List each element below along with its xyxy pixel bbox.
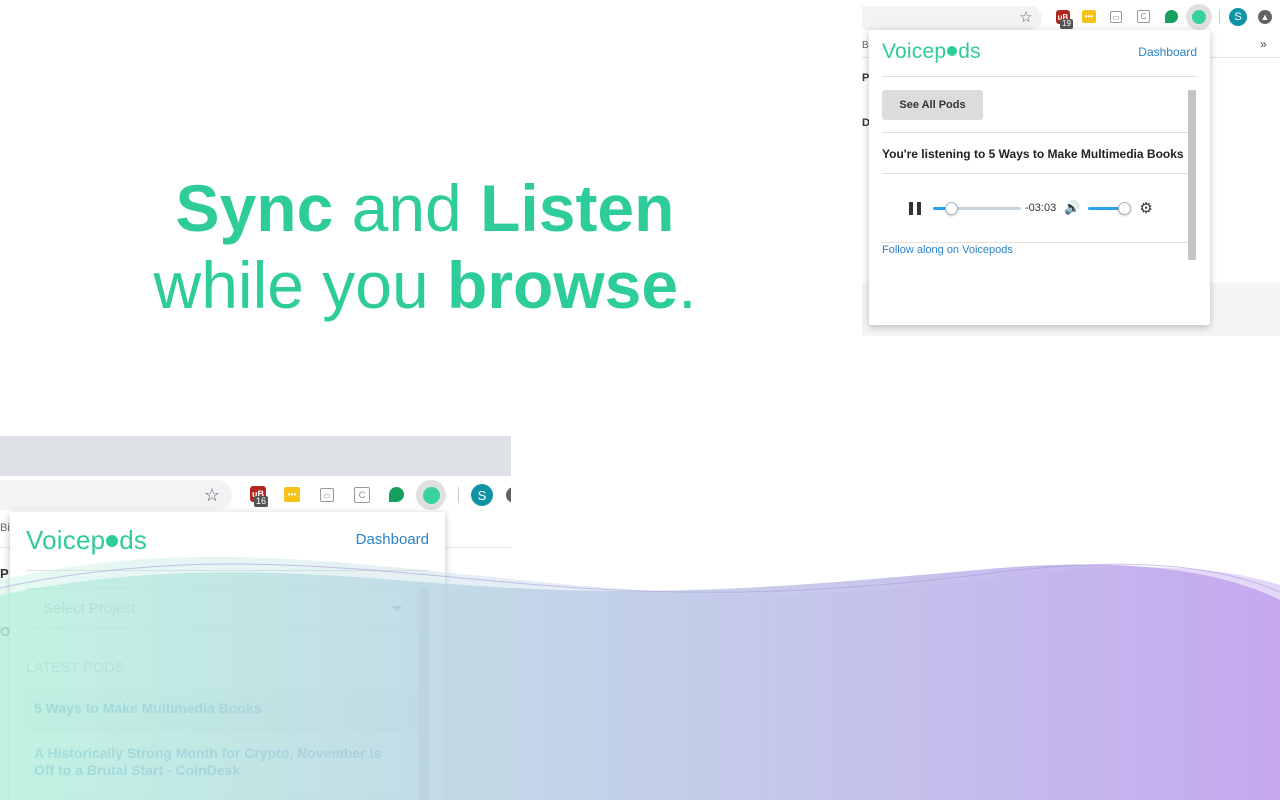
progress-knob[interactable] [944, 201, 958, 215]
dashboard-link[interactable]: Dashboard [1138, 45, 1197, 59]
bottom-browser-crop: ☆ uB 16 ••• ▭ C S ▲ Bit P O Voicepds Das… [0, 436, 511, 800]
voicepods-icon [422, 486, 440, 504]
logo-text-start: Voicep [26, 525, 106, 555]
page-text-fragment: P [0, 566, 9, 581]
time-remaining: -03:03 [1025, 202, 1057, 214]
top-browser-crop: ☆ uB 19 ••• ▭ C S ▲ Bit » P D Voicep ds D… [862, 0, 1280, 336]
layout-icon[interactable]: ▭ [1110, 11, 1122, 23]
chevron-down-icon [392, 606, 402, 611]
dashboard-link[interactable]: Dashboard [356, 531, 429, 548]
hero-word-browse: browse [447, 248, 679, 322]
toolbar-ext-icon[interactable]: ••• [1082, 10, 1096, 23]
voicepods-logo[interactable]: Voicep ds [882, 40, 981, 64]
see-all-pods-button[interactable]: See All Pods [882, 90, 983, 120]
hero-headline: Sync and Listen while you browse. [140, 168, 710, 322]
logo-text-end: ds [958, 40, 981, 63]
tab-strip [0, 436, 511, 476]
project-select-placeholder: Select Project [43, 600, 136, 617]
top-browser-toolbar: ☆ uB 19 ••• ▭ C S ▲ [862, 0, 1280, 34]
follow-along-link[interactable]: Follow along on Voicepods [882, 244, 1013, 256]
toolbar-divider [1219, 10, 1220, 24]
hangouts-icon[interactable] [389, 487, 404, 502]
volume-icon[interactable]: 🔊 [1064, 200, 1080, 216]
bottom-address-bar[interactable] [0, 480, 232, 510]
section-divider [882, 132, 1188, 133]
hero-word-and: and [333, 171, 481, 245]
hero-line-2: while you browse. [140, 248, 710, 322]
list-item[interactable]: A Historically Strong Month for Crypto, … [34, 745, 404, 779]
voicepods-logo[interactable]: Voicep ds [26, 525, 147, 556]
section-divider [882, 242, 1188, 243]
section-divider [882, 173, 1188, 174]
layout-icon[interactable]: ▭ [320, 488, 334, 502]
audio-player: -03:03 🔊 ⚙ [909, 199, 1169, 217]
calendar-icon[interactable]: C [1137, 10, 1150, 23]
volume-knob[interactable] [1118, 201, 1132, 215]
hero-text-while: while you [153, 248, 448, 322]
hero-word-listen: Listen [480, 171, 675, 245]
popup-scrollbar[interactable] [1188, 90, 1196, 260]
voicepods-extension-button[interactable] [1186, 4, 1212, 30]
list-item[interactable]: 5 Ways to Make Multimedia Books [34, 700, 404, 717]
bottom-extension-badge: 16 [254, 496, 269, 507]
gear-icon[interactable]: ⚙ [1139, 199, 1152, 217]
voicepods-popup-expanded: Voicep ds Dashboard Select Project LATEST… [10, 512, 445, 800]
voicepods-icon [1192, 10, 1206, 24]
voicepods-popup: Voicep ds Dashboard See All Pods You're l… [869, 30, 1210, 325]
hero-word-sync: Sync [175, 171, 334, 245]
pause-icon[interactable] [909, 201, 921, 215]
hero-line-1: Sync and Listen [140, 168, 710, 248]
logo-text-start: Voicep [882, 40, 947, 63]
toolbar-divider [458, 487, 459, 503]
latest-pods-heading: LATEST PODS [26, 659, 125, 675]
update-icon[interactable]: ▲ [1258, 10, 1272, 24]
voicepods-extension-button[interactable] [416, 480, 446, 510]
star-icon[interactable]: ☆ [202, 484, 222, 506]
update-icon[interactable]: ▲ [506, 487, 511, 503]
scrollbar-thumb[interactable] [1188, 90, 1196, 260]
list-divider [26, 793, 417, 794]
toolbar-ext-icon[interactable]: ••• [284, 487, 300, 502]
logo-text-end: ds [119, 525, 148, 555]
popup-scrollbar[interactable] [419, 588, 429, 800]
bookmarks-overflow[interactable]: » [1260, 37, 1267, 51]
list-divider [26, 731, 417, 732]
profile-avatar[interactable]: S [1229, 8, 1247, 26]
logo-dot [106, 535, 119, 548]
star-icon[interactable]: ☆ [1018, 8, 1034, 26]
scrollbar-thumb[interactable] [419, 588, 429, 800]
progress-slider[interactable] [933, 201, 1021, 215]
profile-avatar[interactable]: S [471, 484, 493, 506]
project-select[interactable]: Select Project [26, 588, 417, 629]
page-text-fragment: O [0, 624, 11, 639]
top-extension-badge: 19 [1060, 19, 1073, 29]
logo-dot [947, 46, 958, 57]
hangouts-icon[interactable] [1165, 10, 1178, 23]
volume-slider[interactable] [1088, 201, 1132, 215]
top-address-bar[interactable] [862, 6, 1042, 30]
header-divider [882, 76, 1197, 77]
now-playing-title: You're listening to 5 Ways to Make Multi… [882, 147, 1184, 161]
bottom-browser-toolbar: ☆ uB 16 ••• ▭ C S ▲ [0, 476, 511, 514]
calendar-icon[interactable]: C [354, 487, 370, 503]
header-divider [26, 570, 429, 571]
hero-period: . [678, 248, 697, 322]
